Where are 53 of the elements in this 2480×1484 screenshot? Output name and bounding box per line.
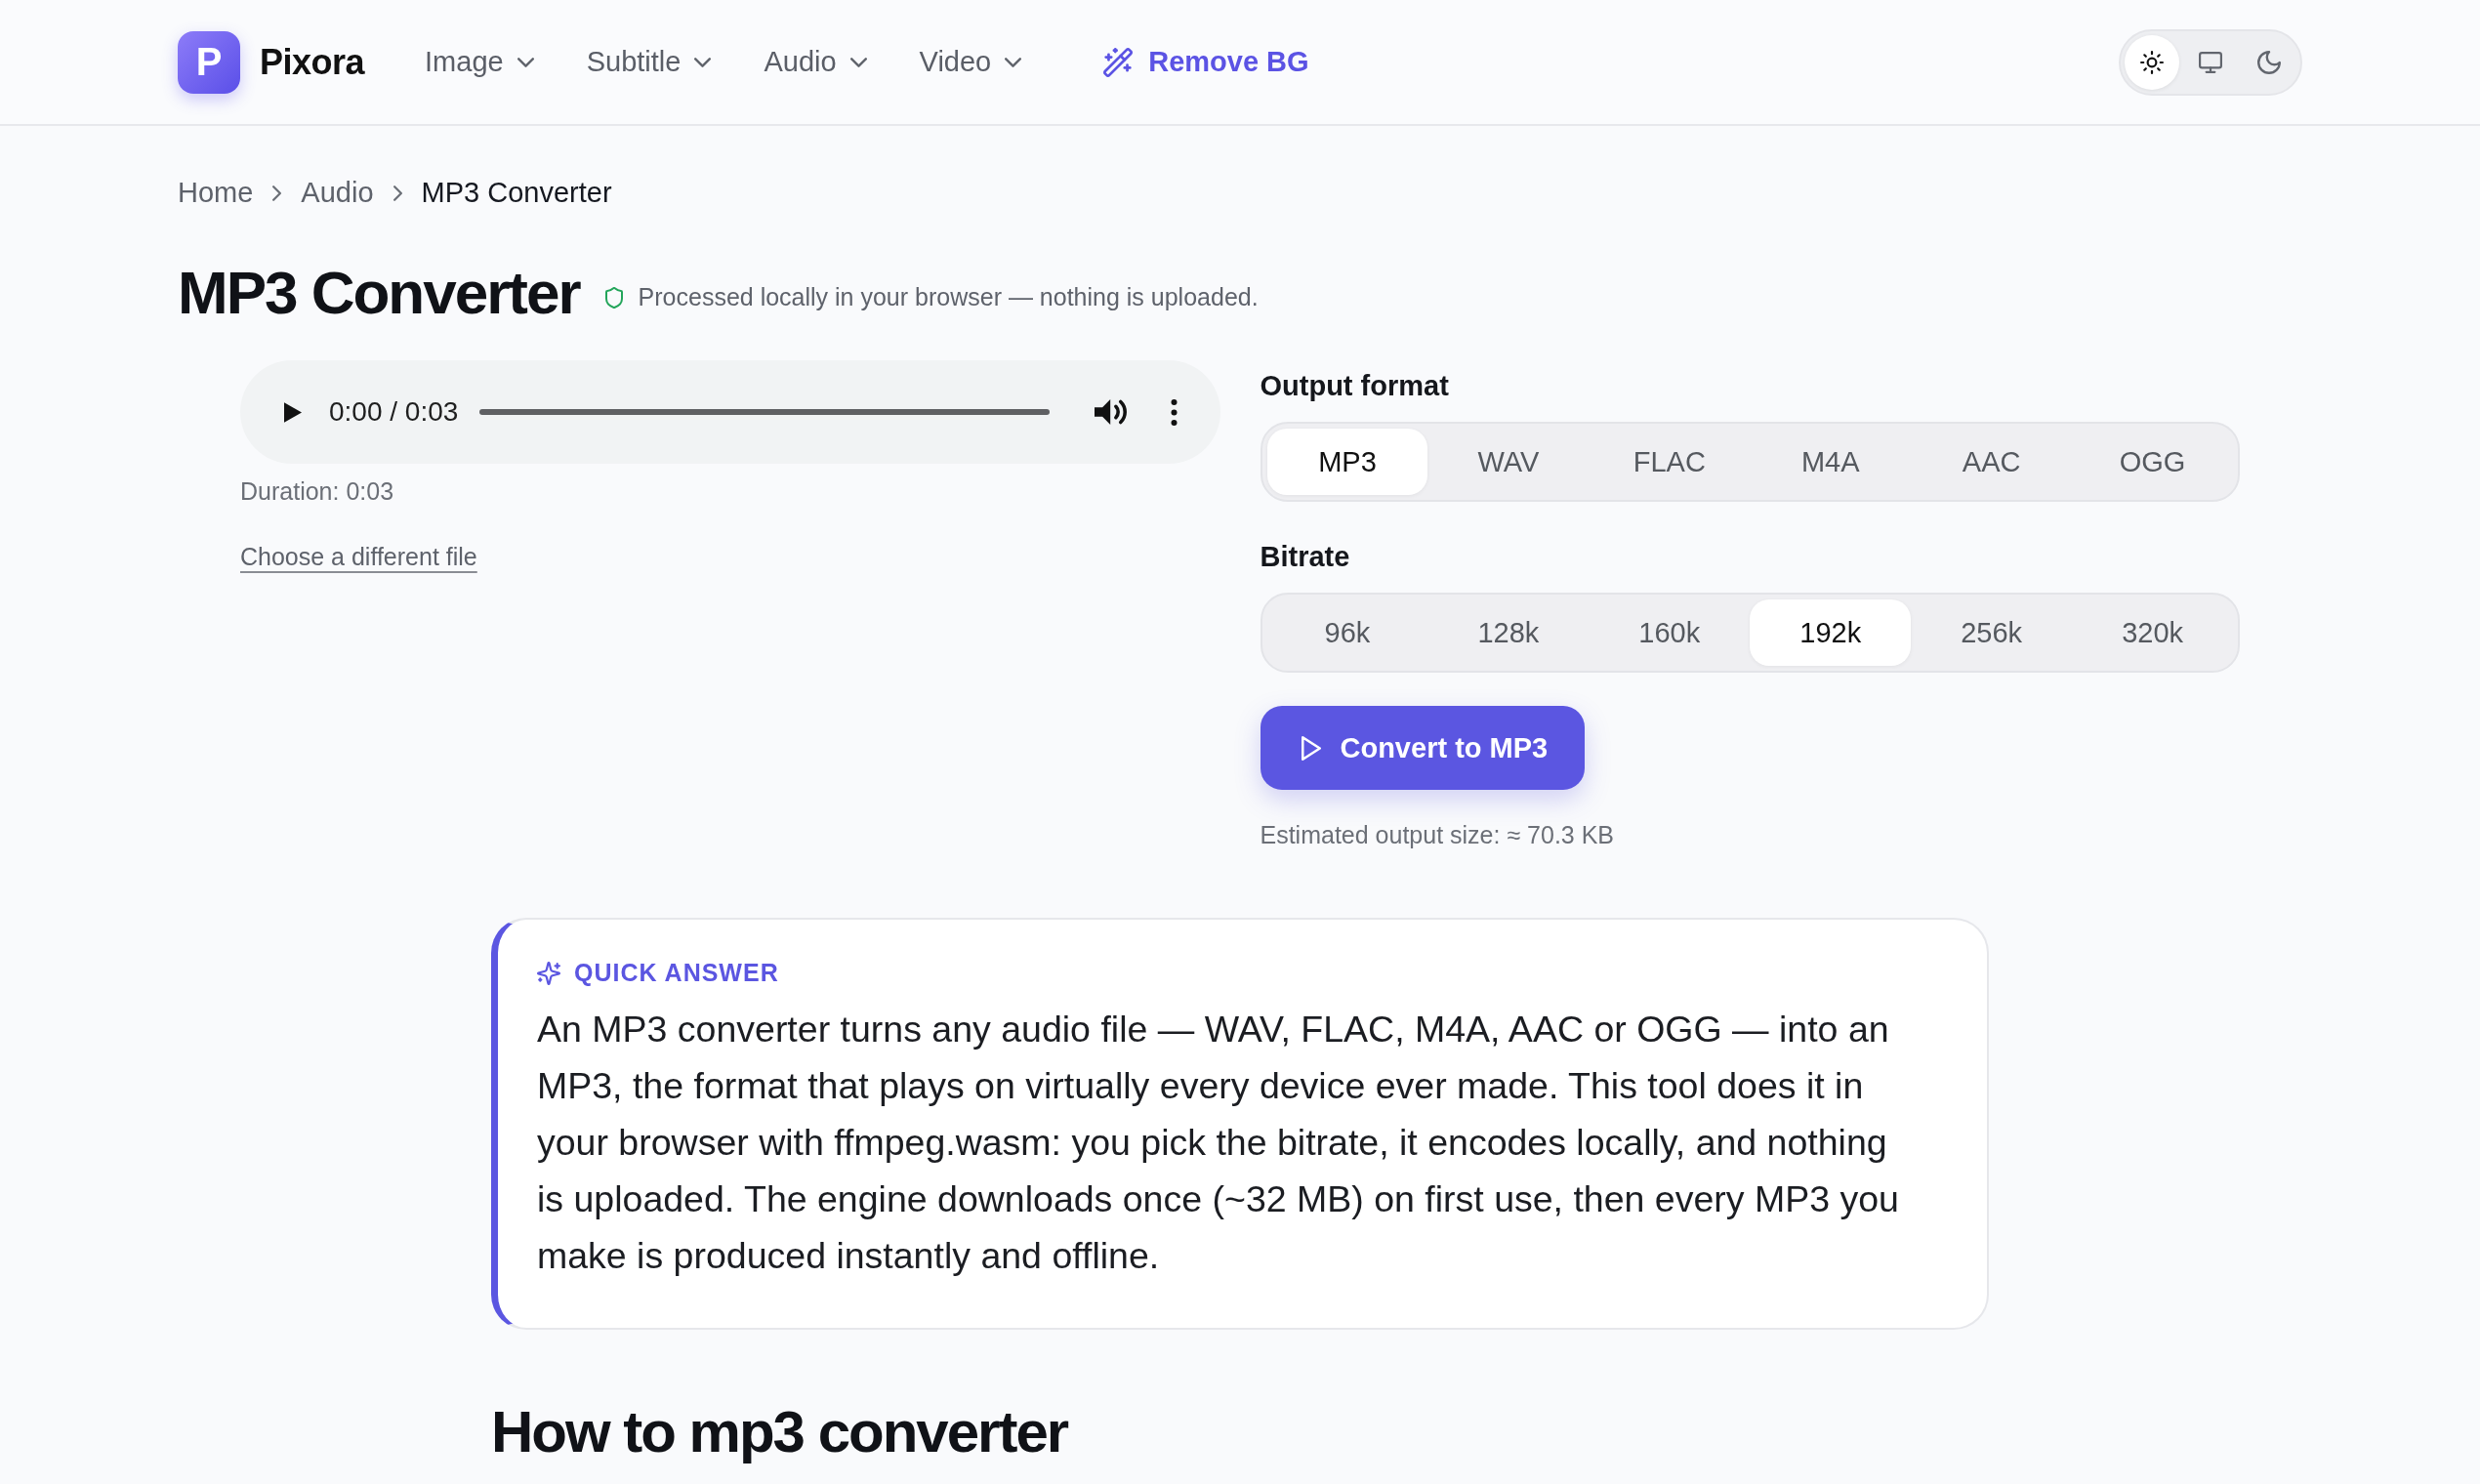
chevron-down-icon [517, 57, 534, 67]
estimate-text: Estimated output size: ≈ 70.3 KB [1260, 821, 1615, 849]
breadcrumb-link[interactable]: Home [178, 177, 254, 209]
page-title: MP3 Converter [178, 258, 580, 327]
monitor-icon [2199, 50, 2222, 74]
time-display: 0:00 / 0:03 [329, 396, 459, 428]
segment-option[interactable]: FLAC [1589, 429, 1751, 495]
nav-menu-item[interactable]: Audio [764, 46, 867, 78]
nav-link[interactable]: Remove BG [1103, 46, 1309, 78]
section-heading: How to mp3 converter [491, 1400, 1068, 1464]
chevron-right-icon [393, 185, 402, 201]
chevron-down-icon [1005, 57, 1022, 67]
nav-menu-item[interactable]: Video [919, 46, 1022, 78]
field-label: Bitrate [1260, 541, 1350, 573]
convert-button[interactable]: Convert to MP3 [1260, 706, 1586, 790]
chevron-right-icon [272, 185, 282, 201]
theme-option[interactable] [2125, 34, 2179, 90]
nav-menu-item[interactable]: Subtitle [586, 46, 712, 78]
volume-icon[interactable] [1094, 397, 1128, 427]
play-icon [1301, 735, 1321, 761]
quick-answer-label: QUICK ANSWER [574, 959, 779, 987]
segment-option[interactable]: 160k [1589, 599, 1751, 666]
segment-option[interactable]: WAV [1427, 429, 1590, 495]
shield-icon [604, 286, 623, 309]
logo-mark[interactable]: P [178, 30, 240, 94]
segment-option[interactable]: 128k [1427, 599, 1590, 666]
segment-option[interactable]: M4A [1750, 429, 1912, 495]
nav-menu-item[interactable]: Image [425, 46, 534, 78]
sun-icon [2140, 50, 2164, 74]
duration-text: Duration: 0:03 [240, 477, 394, 506]
breadcrumb-link[interactable]: Audio [301, 177, 374, 209]
segment-option[interactable]: 256k [1911, 599, 2073, 666]
segment-option[interactable]: 320k [2072, 599, 2234, 666]
segment-option[interactable]: 192k [1750, 599, 1912, 666]
change-file-link[interactable]: Choose a different file [240, 543, 477, 571]
field-label: Output format [1260, 370, 1449, 402]
brand-name[interactable]: Pixora [260, 41, 365, 83]
breadcrumb-link[interactable]: MP3 Converter [421, 177, 612, 209]
chevron-down-icon [849, 57, 867, 67]
segment-option[interactable]: MP3 [1266, 429, 1428, 495]
privacy-note: Processed locally in your browser — nothing is uploaded. [638, 283, 1259, 311]
more-icon[interactable] [1170, 398, 1178, 426]
segment-option[interactable]: OGG [2072, 429, 2234, 495]
sparkles-icon [537, 961, 560, 985]
chevron-down-icon [694, 57, 712, 67]
audio-player[interactable]: 0:00 / 0:03 [240, 360, 1220, 464]
progress-track[interactable] [479, 409, 1050, 415]
quick-answer-text: An MP3 converter turns any audio file — WAV, FLAC, M4A, AAC or OGG — into an MP3, the format that plays on virtually every device ever made. This tool does it in your browser with ffmpeg.wasm: you pick the bitrate, it encodes locally, and nothing is uploaded. The engine downloads once (~32 MB) on first use, then every MP3 you make is produced instantly and offline. [537, 1008, 1900, 1278]
segment-option[interactable]: AAC [1911, 429, 2073, 495]
magic-wand-icon [1103, 47, 1134, 77]
segment-option[interactable]: 96k [1266, 599, 1428, 666]
moon-icon [2257, 50, 2281, 74]
play-icon[interactable] [284, 401, 302, 423]
